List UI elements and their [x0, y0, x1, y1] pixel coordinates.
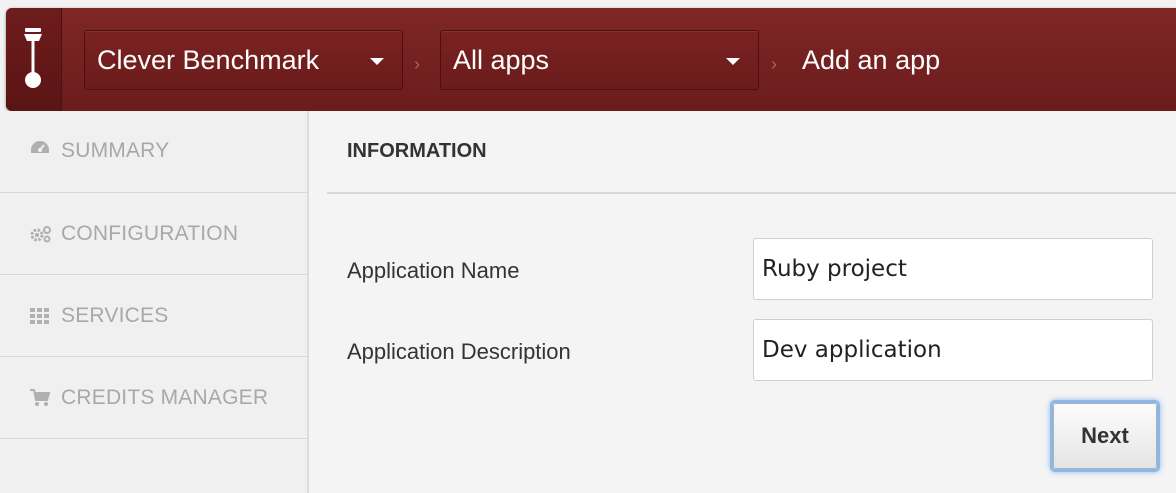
sidebar-item-services[interactable]: SERVICES — [0, 275, 307, 357]
breadcrumb: Clever Benchmark › All apps › Add an app — [61, 8, 1176, 111]
next-button-label: Next — [1053, 403, 1157, 469]
next-button[interactable]: Next — [1050, 400, 1160, 472]
sidebar-item-label: CONFIGURATION — [61, 221, 239, 245]
main-content: INFORMATION Application Name Ruby projec… — [309, 111, 1176, 493]
sidebar-item-configuration[interactable]: CONFIGURATION — [0, 193, 307, 275]
top-bar: Clever Benchmark › All apps › Add an app — [6, 8, 1176, 111]
sidebar-item-credits-manager[interactable]: CREDITS MANAGER — [0, 357, 307, 439]
application-name-row: Application Name Ruby project — [347, 238, 1153, 300]
sidebar-item-label: SUMMARY — [61, 139, 170, 162]
application-name-label: Application Name — [347, 258, 520, 283]
section-title: INFORMATION — [347, 140, 487, 162]
application-name-input[interactable]: Ruby project — [753, 238, 1153, 300]
organization-selector-label: Clever Benchmark — [97, 45, 320, 75]
sidebar: SUMMARY CONFIGURATION SERVICES CREDITS M… — [0, 111, 309, 493]
brand-logo-icon — [24, 28, 42, 88]
dashboard-icon — [30, 139, 52, 157]
sidebar-item-summary[interactable]: SUMMARY — [0, 111, 307, 193]
breadcrumb-separator-icon: › — [414, 54, 420, 74]
logo[interactable] — [6, 8, 61, 111]
organization-selector[interactable]: Clever Benchmark — [84, 30, 403, 90]
gears-icon — [30, 225, 52, 243]
cart-icon — [30, 388, 52, 407]
sidebar-item-label: CREDITS MANAGER — [61, 385, 269, 409]
chevron-down-icon — [726, 58, 740, 65]
sidebar-item-label: SERVICES — [61, 303, 169, 327]
section-divider — [327, 192, 1176, 194]
breadcrumb-current-page: Add an app — [802, 45, 941, 75]
application-description-input[interactable]: Dev application — [753, 319, 1153, 381]
breadcrumb-separator-icon: › — [771, 54, 777, 74]
chevron-down-icon — [370, 58, 384, 65]
application-selector-label: All apps — [453, 45, 550, 75]
application-selector[interactable]: All apps — [440, 30, 759, 90]
application-description-row: Application Description Dev application — [347, 319, 1153, 381]
application-description-label: Application Description — [347, 339, 571, 364]
grid-icon — [30, 307, 52, 324]
